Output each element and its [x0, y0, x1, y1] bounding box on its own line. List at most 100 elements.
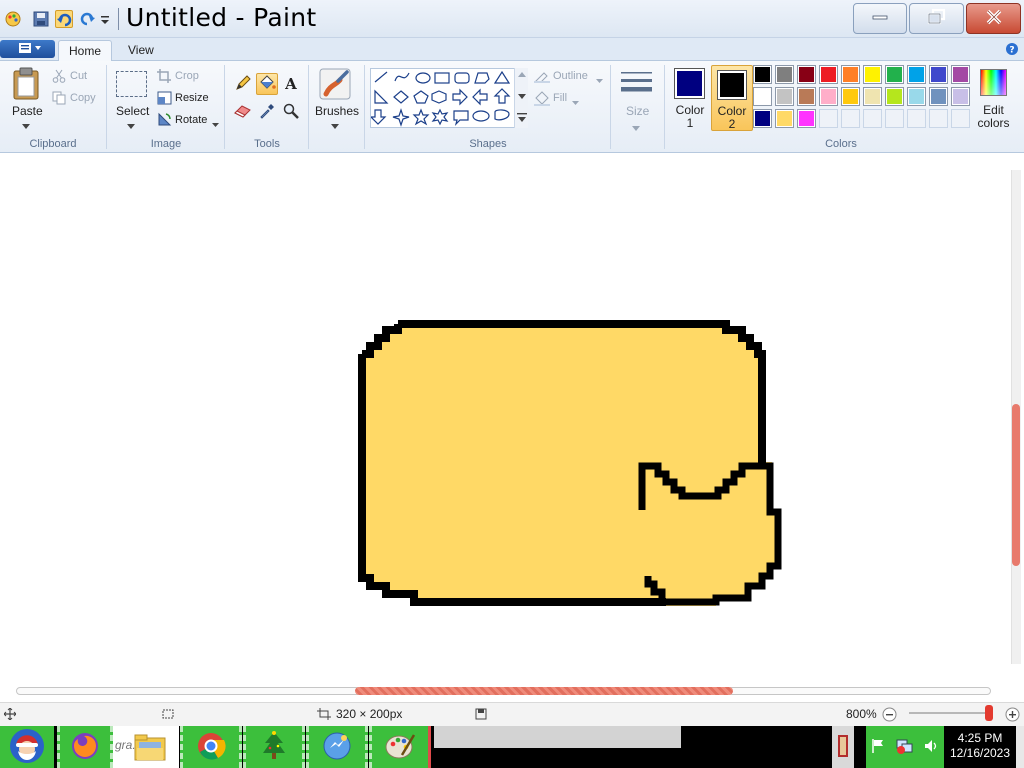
minimize-button[interactable] [853, 3, 907, 34]
customize-qat-icon[interactable] [99, 10, 111, 28]
rotate-dropdown-icon[interactable] [212, 118, 219, 130]
palette-swatch[interactable] [929, 65, 948, 84]
show-desktop-button[interactable] [1016, 726, 1024, 768]
palette-swatch[interactable] [775, 109, 794, 128]
palette-swatch[interactable] [775, 87, 794, 106]
edit-colors-button[interactable]: Edit colors [977, 65, 1010, 131]
close-button[interactable] [966, 3, 1021, 34]
shapes-scrollbar[interactable] [514, 68, 528, 128]
fill-tool[interactable] [256, 73, 278, 95]
palette-swatch[interactable] [907, 109, 926, 128]
drawing-canvas[interactable] [0, 153, 1010, 693]
undo-icon[interactable] [55, 10, 73, 28]
magnifier-tool[interactable] [280, 101, 302, 123]
copy-icon [52, 91, 66, 108]
crop-button[interactable]: Crop [175, 70, 199, 82]
paste-icon[interactable] [11, 67, 41, 101]
tab-home[interactable]: Home [58, 40, 113, 61]
palette-swatch[interactable] [929, 109, 948, 128]
select-icon[interactable] [116, 71, 147, 97]
redo-icon[interactable] [78, 10, 96, 28]
palette-swatch[interactable] [863, 109, 882, 128]
palette-swatch[interactable] [797, 65, 816, 84]
firefox-taskbar-button[interactable] [57, 726, 113, 768]
palette-swatch[interactable] [753, 109, 772, 128]
palette-swatch[interactable] [951, 109, 970, 128]
restore-button[interactable] [909, 3, 964, 34]
canvas-area[interactable] [0, 153, 1024, 702]
rotate-button[interactable]: Rotate [175, 114, 207, 126]
clock-date[interactable]: 12/16/2023 [946, 746, 1014, 760]
network-icon[interactable] [895, 737, 913, 758]
file-menu-button[interactable] [0, 40, 55, 58]
brushes-button[interactable]: Brushes [315, 104, 359, 118]
clock-time[interactable]: 4:25 PM [948, 731, 1012, 745]
color-picker-tool[interactable] [256, 101, 278, 123]
messenger-taskbar-button[interactable] [306, 726, 368, 768]
select-dropdown-icon[interactable] [127, 120, 135, 132]
palette-swatch[interactable] [841, 87, 860, 106]
brushes-dropdown-icon[interactable] [331, 120, 339, 132]
zoom-slider-track[interactable] [909, 712, 989, 714]
horizontal-scroll-thumb[interactable] [355, 687, 733, 695]
select-button[interactable]: Select [116, 104, 149, 118]
fill-dropdown-icon[interactable] [572, 96, 579, 108]
paste-button[interactable]: Paste [12, 104, 43, 118]
palette-swatch[interactable] [775, 65, 794, 84]
show-hidden-icons-button[interactable] [832, 726, 854, 768]
volume-icon[interactable] [923, 738, 939, 757]
color1-button[interactable]: Color 1 [671, 65, 708, 131]
palette-swatch[interactable] [907, 65, 926, 84]
group-separator [664, 65, 665, 149]
palette-swatch[interactable] [753, 87, 772, 106]
pencil-tool[interactable] [232, 73, 254, 95]
paste-dropdown-icon[interactable] [22, 120, 30, 132]
palette-swatch[interactable] [885, 65, 904, 84]
chrome-taskbar-button[interactable] [180, 726, 242, 768]
resize-button[interactable]: Resize [175, 92, 209, 104]
start-button[interactable] [0, 726, 54, 768]
tree-app-taskbar-button[interactable] [243, 726, 305, 768]
palette-swatch[interactable] [863, 65, 882, 84]
palette-swatch[interactable] [819, 109, 838, 128]
zoom-in-button[interactable] [1005, 707, 1020, 725]
paint-taskbar-button[interactable] [369, 726, 431, 768]
zoom-slider-thumb[interactable] [985, 705, 993, 721]
palette-swatch[interactable] [885, 109, 904, 128]
size-button[interactable]: Size [626, 104, 649, 118]
palette-swatch[interactable] [885, 87, 904, 106]
palette-swatch[interactable] [841, 109, 860, 128]
copy-button[interactable]: Copy [70, 92, 96, 104]
brush-icon[interactable] [318, 67, 352, 101]
palette-swatch[interactable] [863, 87, 882, 106]
explorer-taskbar-button[interactable]: gra... d f [113, 726, 179, 768]
save-icon[interactable] [32, 10, 50, 28]
palette-swatch[interactable] [797, 87, 816, 106]
outline-button[interactable]: Outline [553, 70, 588, 82]
zoom-out-button[interactable] [882, 707, 897, 725]
cut-button[interactable]: Cut [70, 70, 87, 82]
palette-swatch[interactable] [819, 65, 838, 84]
color2-button[interactable]: Color 2 [711, 65, 753, 131]
color2-label-line2: 2 [728, 117, 736, 131]
vertical-scroll-thumb[interactable] [1012, 404, 1020, 566]
eraser-tool[interactable] [232, 101, 254, 123]
text-tool[interactable]: A [280, 73, 302, 95]
paint-app-icon[interactable] [4, 10, 22, 28]
line-size-icon[interactable] [620, 69, 653, 99]
palette-swatch[interactable] [819, 87, 838, 106]
palette-swatch[interactable] [951, 65, 970, 84]
palette-swatch[interactable] [907, 87, 926, 106]
fill-button[interactable]: Fill [553, 92, 567, 104]
tab-view[interactable]: View [118, 40, 164, 61]
palette-swatch[interactable] [951, 87, 970, 106]
palette-swatch[interactable] [929, 87, 948, 106]
shapes-gallery[interactable] [369, 68, 528, 128]
flag-icon[interactable] [871, 738, 885, 757]
size-dropdown-icon[interactable] [632, 122, 640, 134]
help-icon[interactable]: ? [1005, 42, 1019, 56]
outline-dropdown-icon[interactable] [596, 74, 603, 86]
palette-swatch[interactable] [753, 65, 772, 84]
palette-swatch[interactable] [797, 109, 816, 128]
palette-swatch[interactable] [841, 65, 860, 84]
